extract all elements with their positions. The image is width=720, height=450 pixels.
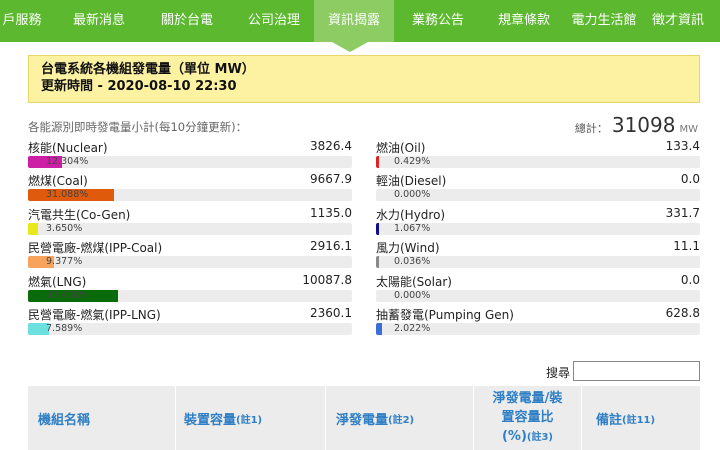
column-header-label-line: 置容量比 — [501, 410, 554, 425]
source-percent: 0.429% — [394, 156, 431, 167]
source-value: 133.4 — [665, 139, 700, 153]
nav-item-news[interactable]: 最新消息 — [60, 0, 138, 42]
source-bar-fill — [376, 323, 382, 335]
nav-item-power-life[interactable]: 電力生活館 — [568, 0, 640, 42]
column-header-label: 機組名稱 — [38, 412, 91, 428]
subtotal-caption: 各能源別即時發電量小計(每10分鐘更新)： — [28, 120, 248, 134]
source-diesel: 輕油(Diesel) 0.0 0.000% — [376, 172, 700, 204]
source-name: 輕油(Diesel) — [376, 174, 447, 188]
column-header-label-line: 淨發電量/裝 — [492, 391, 563, 406]
column-header-label-line: (%)(註3) — [501, 429, 554, 444]
source-percent: 7.589% — [46, 323, 83, 334]
source-name: 汽電共生(Co-Gen) — [28, 208, 131, 222]
source-percent: 12.304% — [46, 156, 89, 167]
column-header-note: (註1) — [236, 414, 263, 426]
nav-item-careers[interactable]: 徵才資訊 — [652, 0, 720, 42]
source-coal: 燃煤(Coal) 9667.9 31.088% — [28, 172, 352, 204]
search-label: 搜尋 — [546, 366, 571, 380]
table-header: 機組名稱 裝置容量 (註1) 淨發電量 (註2) 淨發電量/裝 置容量比 (%)(註… — [28, 386, 700, 450]
source-name: 燃煤(Coal) — [28, 174, 88, 188]
source-value: 628.8 — [665, 306, 700, 320]
source-value: 2360.1 — [310, 306, 352, 320]
source-percent: 0.036% — [394, 256, 431, 267]
source-bar-fill — [376, 256, 379, 268]
column-header-note: (註2) — [388, 414, 415, 426]
total-output: 總計： 31098 MW — [575, 113, 698, 137]
nav-item-governance[interactable]: 公司治理 — [234, 0, 314, 42]
source-value: 1135.0 — [310, 206, 352, 220]
source-value: 11.1 — [673, 239, 700, 253]
source-percent: 3.650% — [46, 223, 83, 234]
source-name: 民營電廠-燃煤(IPP-Coal) — [28, 241, 163, 255]
column-header-label: 裝置容量 — [184, 412, 237, 428]
nav-item-customer-service[interactable]: 戶服務 — [0, 0, 44, 42]
source-name: 風力(Wind) — [376, 241, 440, 255]
source-wind: 風力(Wind) 11.1 0.036% — [376, 239, 700, 271]
nav-item-about[interactable]: 關於台電 — [148, 0, 226, 42]
banner-title: 台電系統各機組發電量（單位 MW） — [41, 62, 255, 77]
column-header-label: 備註 — [596, 412, 623, 428]
source-ipp-coal: 民營電廠-燃煤(IPP-Coal) 2916.1 9.377% — [28, 239, 352, 271]
column-header-remarks[interactable]: 備註 (註11) — [582, 386, 700, 450]
source-percent: 0.000% — [394, 290, 431, 301]
source-ipp-lng: 民營電廠-燃氣(IPP-LNG) 2360.1 7.589% — [28, 306, 352, 338]
column-header-net-generation[interactable]: 淨發電量 (註2) — [326, 386, 474, 450]
column-header-generation-ratio[interactable]: 淨發電量/裝 置容量比 (%)(註3) — [474, 386, 582, 450]
source-percent: 2.022% — [394, 323, 431, 334]
source-value: 9667.9 — [310, 172, 352, 186]
nav-item-announcements[interactable]: 業務公告 — [398, 0, 478, 42]
source-name: 抽蓄發電(Pumping Gen) — [376, 308, 514, 322]
source-solar: 太陽能(Solar) 0.0 0.000% — [376, 273, 700, 305]
source-lng: 燃氣(LNG) 10087.8 32.438% — [28, 273, 352, 305]
info-banner: 台電系統各機組發電量（單位 MW） 更新時間 - 2020-08-10 22:3… — [28, 55, 700, 103]
nav-item-regulations[interactable]: 規章條款 — [484, 0, 564, 42]
source-nuclear: 核能(Nuclear) 3826.4 12.304% — [28, 139, 352, 171]
nav-item-disclosure[interactable]: 資訊揭露 — [314, 0, 394, 42]
source-name: 核能(Nuclear) — [28, 141, 108, 155]
source-value: 0.0 — [680, 172, 700, 186]
source-name: 水力(Hydro) — [376, 208, 446, 222]
column-header-capacity[interactable]: 裝置容量 (註1) — [176, 386, 326, 450]
source-name: 燃油(Oil) — [376, 141, 426, 155]
total-value: 31098 — [611, 113, 676, 137]
source-value: 3826.4 — [310, 139, 352, 153]
total-unit: MW — [679, 124, 698, 135]
banner-updated-time: 更新時間 - 2020-08-10 22:30 — [41, 79, 237, 94]
source-value: 10087.8 — [302, 273, 352, 287]
source-cogen: 汽電共生(Co-Gen) 1135.0 3.650% — [28, 206, 352, 238]
source-value: 2916.1 — [310, 239, 352, 253]
source-percent: 31.088% — [46, 189, 89, 200]
source-bar-fill — [28, 223, 39, 235]
source-name: 太陽能(Solar) — [376, 275, 452, 289]
source-pumping-gen: 抽蓄發電(Pumping Gen) 628.8 2.022% — [376, 306, 700, 338]
source-oil: 燃油(Oil) 133.4 0.429% — [376, 139, 700, 171]
column-header-unit-name[interactable]: 機組名稱 — [28, 386, 176, 450]
active-nav-indicator — [332, 42, 368, 52]
column-header-note: (註3) — [526, 432, 554, 443]
source-name: 民營電廠-燃氣(IPP-LNG) — [28, 308, 161, 322]
top-nav: 戶服務 最新消息 關於台電 公司治理 資訊揭露 業務公告 規章條款 電力生活館 … — [0, 0, 720, 42]
column-header-note: (註11) — [622, 414, 656, 426]
source-hydro: 水力(Hydro) 331.7 1.067% — [376, 206, 700, 238]
source-value: 331.7 — [665, 206, 700, 220]
source-percent: 1.067% — [394, 223, 431, 234]
source-name: 燃氣(LNG) — [28, 275, 87, 289]
source-value: 0.0 — [680, 273, 700, 287]
source-percent: 32.438% — [46, 290, 89, 301]
source-bar-fill — [376, 156, 379, 168]
source-percent: 9.377% — [46, 256, 83, 267]
total-label: 總計： — [574, 122, 608, 135]
column-header-label: 淨發電量 — [336, 412, 389, 428]
source-percent: 0.000% — [394, 189, 431, 200]
source-bar-fill — [376, 223, 379, 235]
search-input[interactable] — [573, 361, 700, 381]
